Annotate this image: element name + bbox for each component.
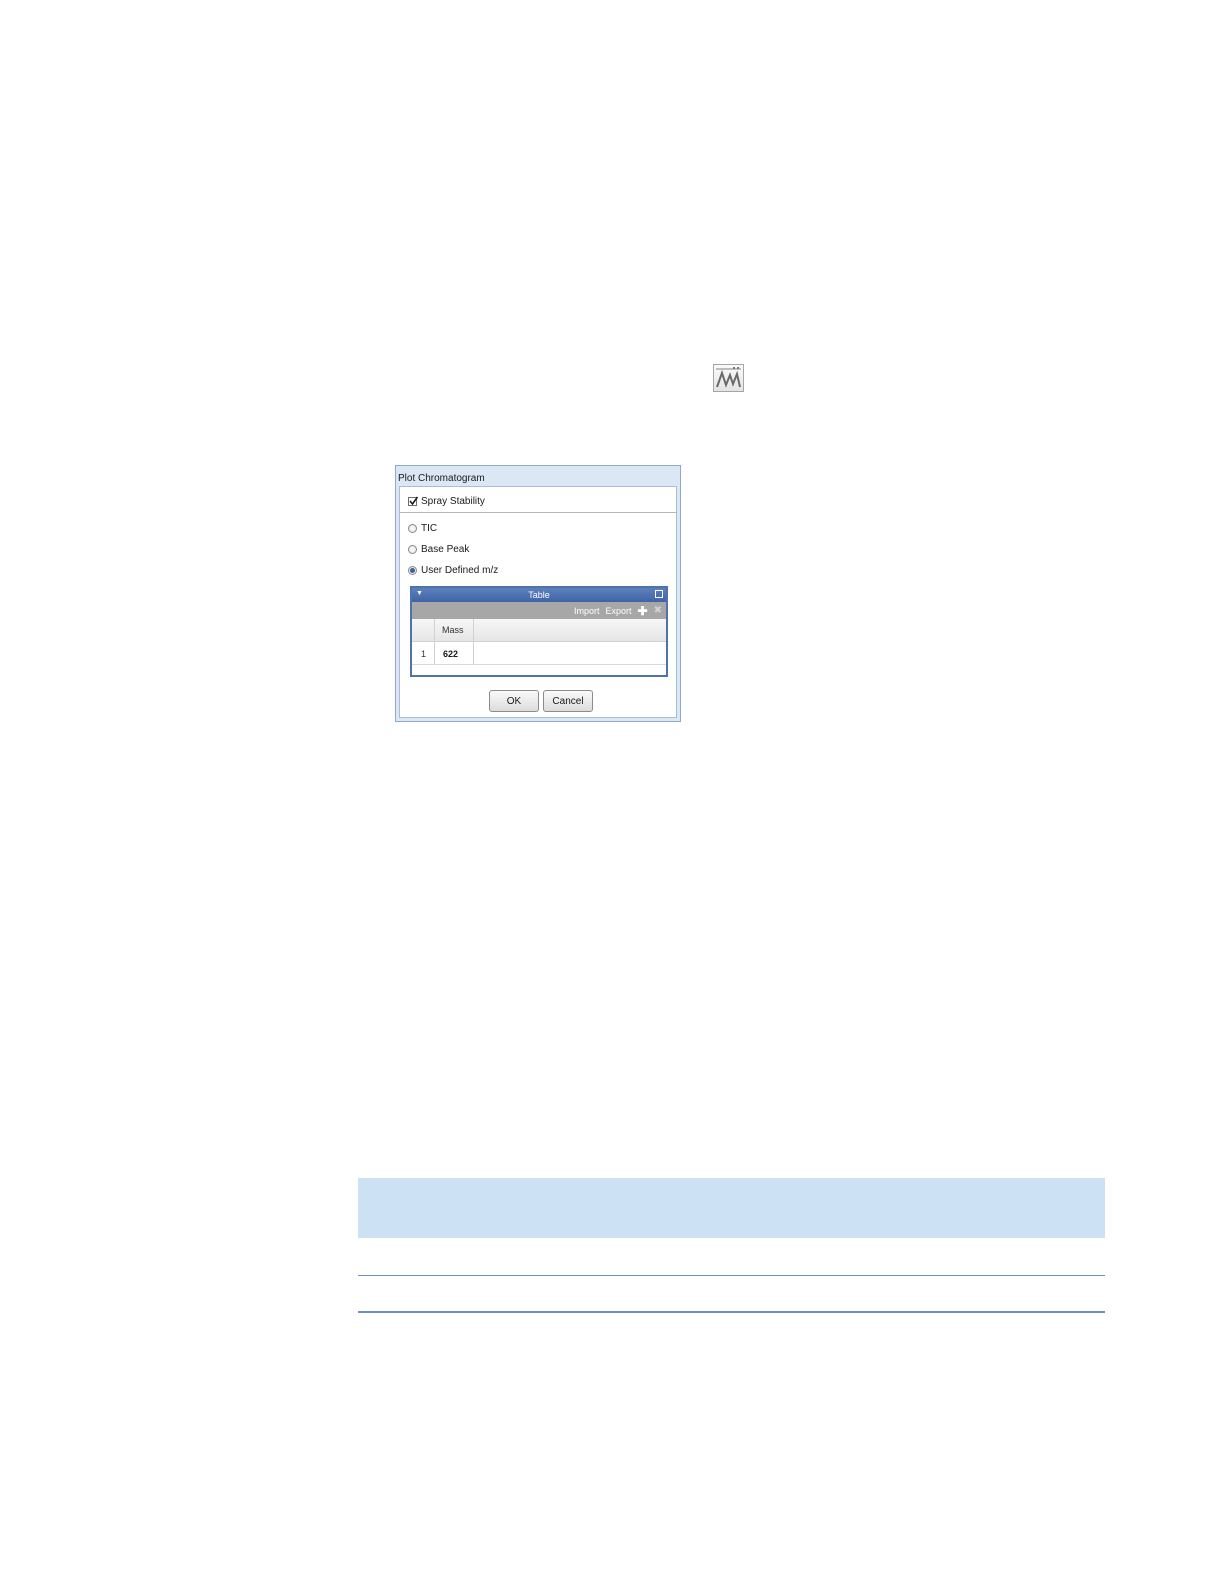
add-row-icon[interactable]: ✚ <box>638 604 648 618</box>
export-button[interactable]: Export <box>606 606 632 616</box>
note-band <box>358 1178 1105 1238</box>
tic-label: TIC <box>421 523 438 534</box>
mass-table-panel: ▼ Table Import Export ✚ ✖ Mass 1 622 <box>410 586 668 677</box>
grid-column-divider <box>434 619 435 664</box>
chromatogram-plot-icon-glyph <box>716 367 741 388</box>
base-peak-radio[interactable] <box>408 545 417 554</box>
tic-radio[interactable] <box>408 524 417 533</box>
chromatogram-plot-icon[interactable] <box>713 364 744 392</box>
option-tic[interactable]: TIC <box>408 523 437 534</box>
spray-stability-label: Spray Stability <box>421 496 485 507</box>
grid-column-divider <box>473 619 474 664</box>
option-base-peak[interactable]: Base Peak <box>408 544 469 555</box>
cancel-button[interactable]: Cancel <box>543 690 593 712</box>
delete-row-icon[interactable]: ✖ <box>654 605 662 616</box>
user-defined-mz-radio[interactable] <box>408 566 417 575</box>
restore-window-icon[interactable] <box>655 590 663 598</box>
note-rule-thin <box>358 1275 1105 1276</box>
mass-cell[interactable]: 622 <box>443 649 458 659</box>
import-button[interactable]: Import <box>574 606 600 616</box>
option-user-defined-mz[interactable]: User Defined m/z <box>408 565 498 576</box>
dialog-title: Plot Chromatogram <box>398 473 485 484</box>
ok-button[interactable]: OK <box>489 690 539 712</box>
user-defined-mz-label: User Defined m/z <box>421 565 499 576</box>
row-number: 1 <box>421 649 427 659</box>
base-peak-label: Base Peak <box>421 544 470 555</box>
spray-stability-option[interactable]: Spray Stability <box>408 496 485 507</box>
table-toolbar: Import Export ✚ ✖ <box>412 602 666 619</box>
plot-chromatogram-dialog: Plot Chromatogram Spray Stability TIC Ba… <box>395 465 681 722</box>
note-rule-thick <box>358 1311 1105 1313</box>
mass-grid: Mass 1 622 <box>412 619 666 675</box>
dialog-divider <box>400 512 676 513</box>
table-panel-title: Table <box>528 590 550 600</box>
column-header-mass[interactable]: Mass <box>442 625 464 635</box>
grid-row-divider <box>412 664 666 665</box>
spray-stability-checkbox[interactable] <box>408 496 419 506</box>
dialog-body: Spray Stability TIC Base Peak User Defin… <box>399 486 677 718</box>
checkmark-icon <box>409 496 419 506</box>
table-panel-header: ▼ Table <box>412 588 666 602</box>
